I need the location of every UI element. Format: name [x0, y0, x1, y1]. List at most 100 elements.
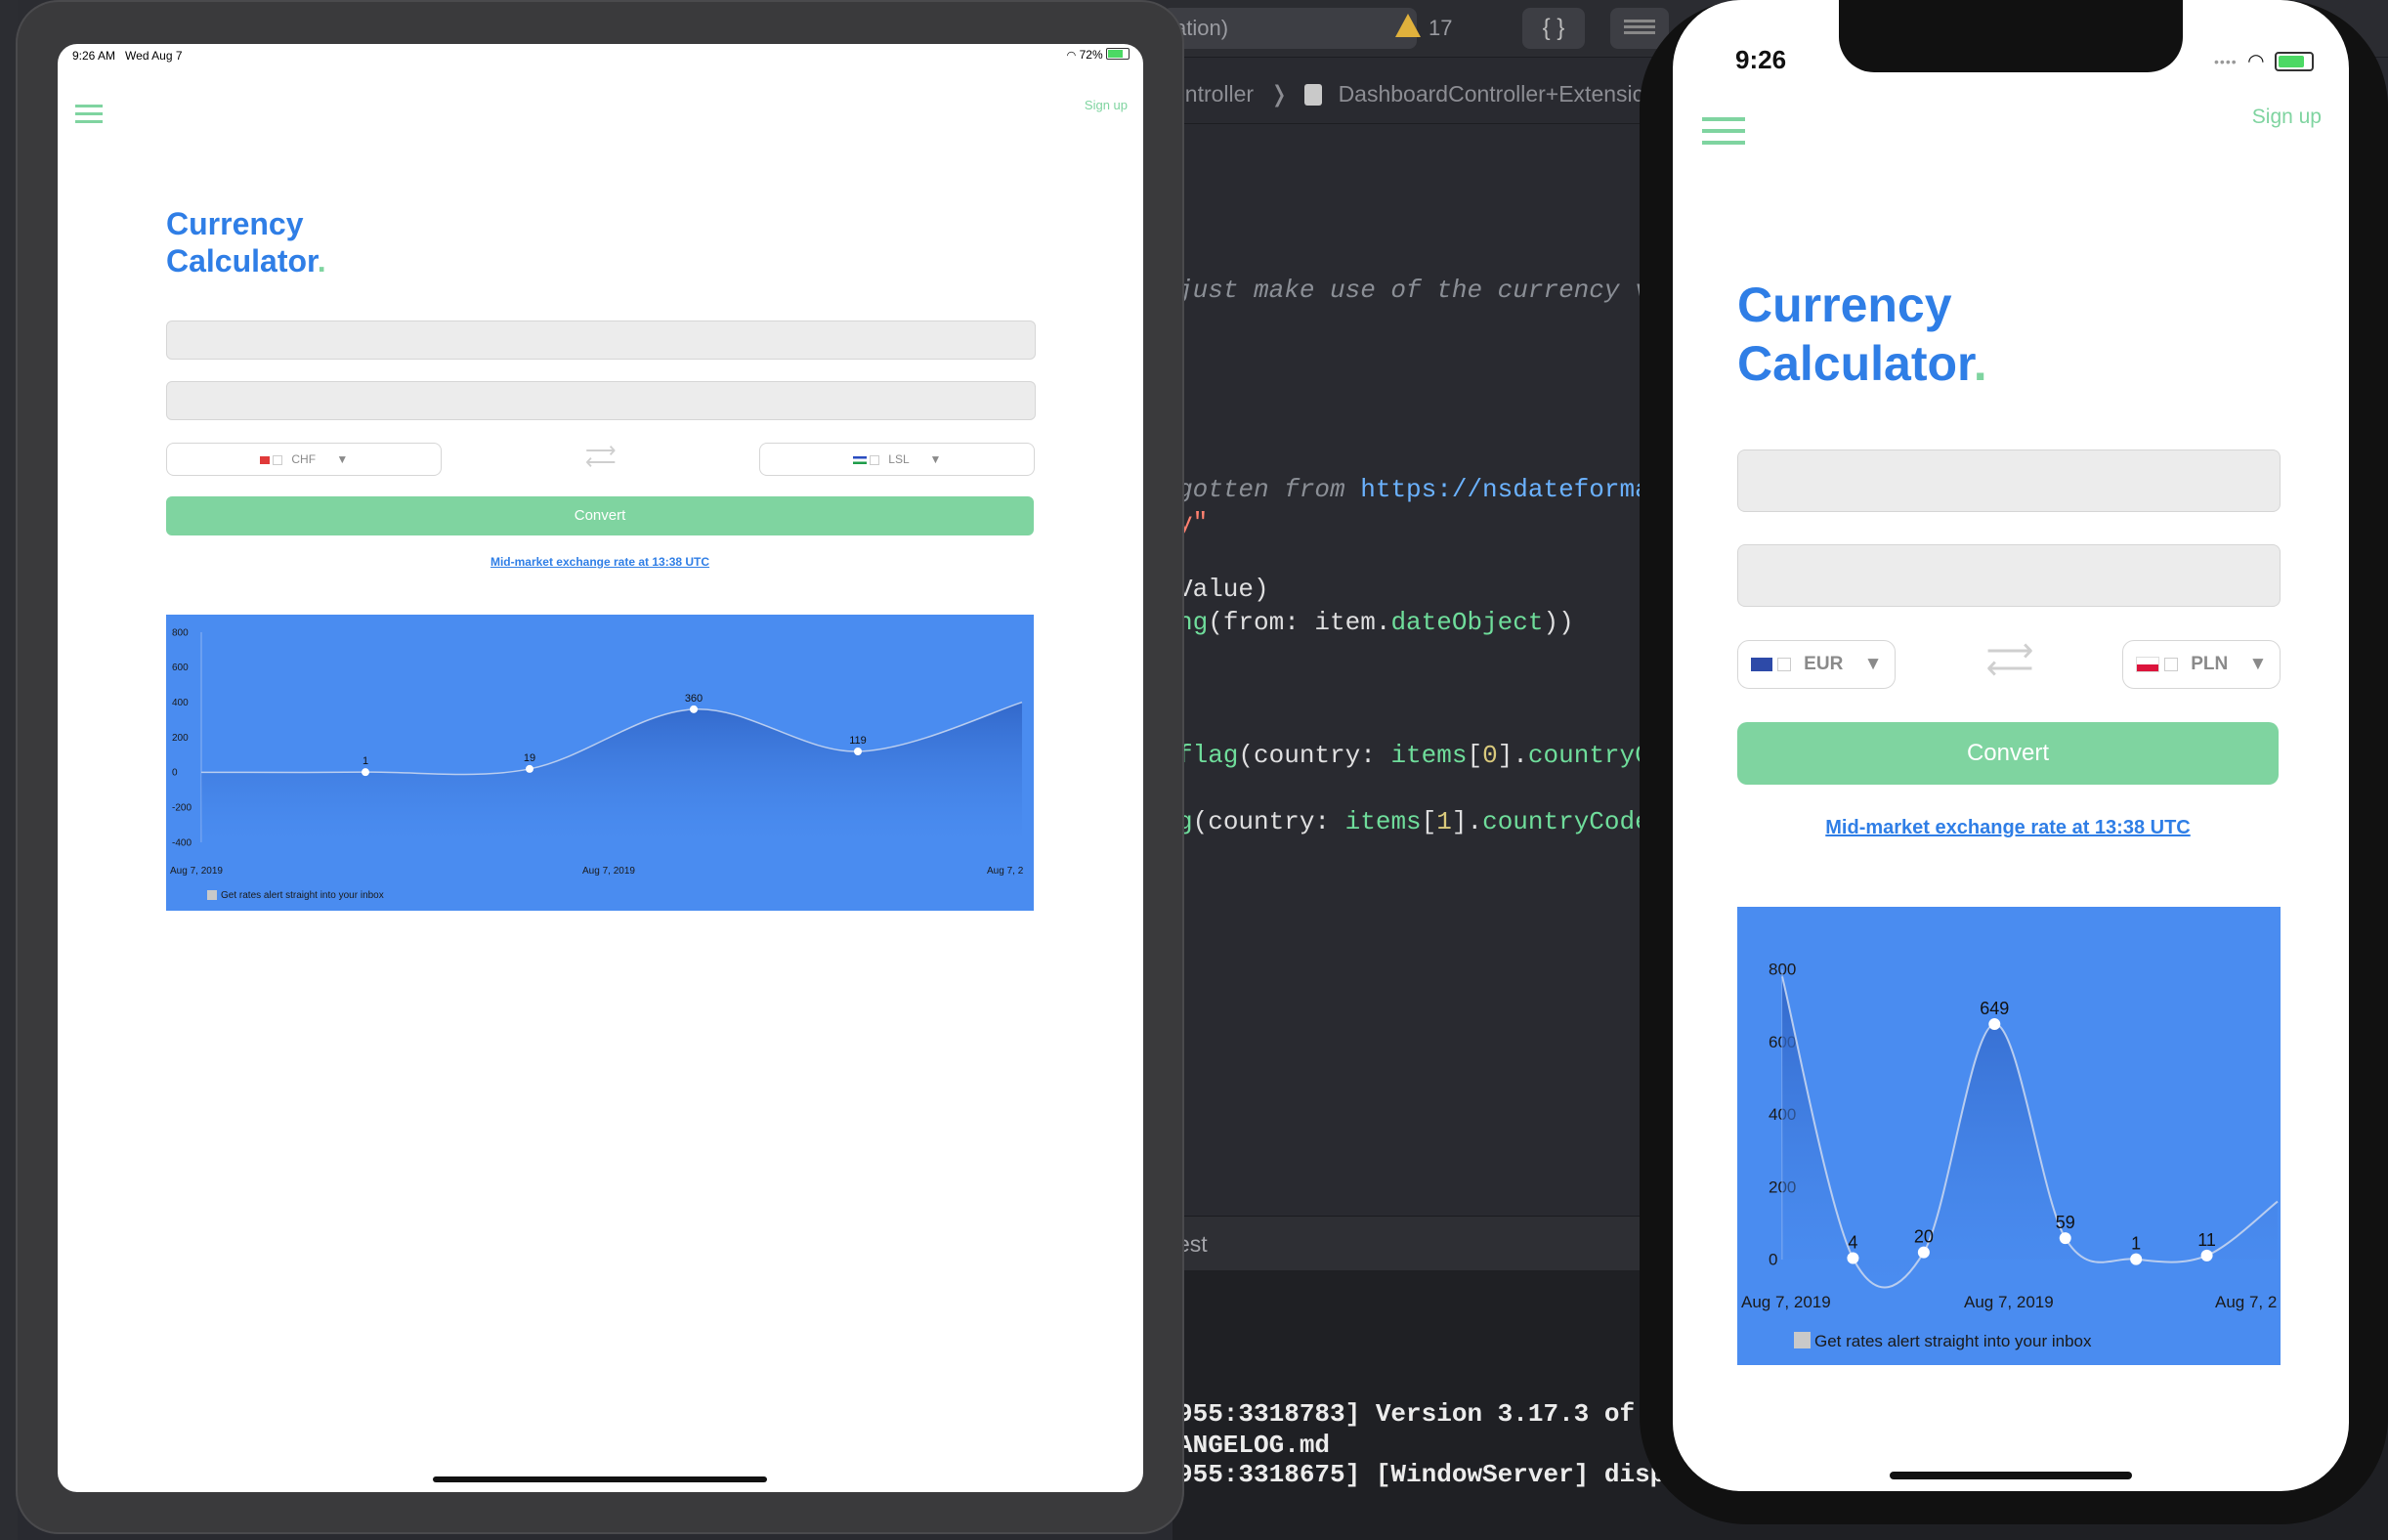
code-line: gotten from https://nsdateforma: [1177, 475, 1650, 504]
wifi-icon: ◠: [2247, 51, 2265, 72]
data-point: [362, 768, 369, 777]
code-line: flag(country: items[0].countryCo: [1177, 741, 1666, 770]
data-label: 1: [2131, 1234, 2141, 1254]
to-currency-select[interactable]: LSL ▼: [759, 443, 1035, 476]
ipad-screen: 9:26 AM Wed Aug 7 ◠ 72% Sign up Currency …: [58, 44, 1143, 1492]
data-label: 59: [2056, 1213, 2075, 1232]
signal-icon: ••••: [2214, 53, 2238, 69]
breadcrumb-file[interactable]: DashboardController+Extensic: [1339, 81, 1644, 107]
legend-swatch: [1794, 1332, 1811, 1348]
page-title: Currency Calculator.: [1737, 278, 1987, 391]
lesotho-flag-icon: [852, 455, 867, 464]
from-currency-select[interactable]: CHF ▼: [166, 443, 442, 476]
x-tick-label: Aug 7, 2019: [1964, 1293, 2054, 1311]
chevron-down-icon: ▼: [1863, 654, 1883, 674]
data-point: [526, 764, 533, 773]
result-input[interactable]: [166, 381, 1036, 420]
page-title: Currency Calculator.: [166, 206, 326, 278]
legend-swatch: [207, 890, 217, 900]
braces-icon: { }: [1542, 15, 1565, 41]
chevron-right-icon: ❭: [1269, 81, 1289, 107]
y-tick-label: 0: [172, 768, 178, 779]
signup-link[interactable]: Sign up: [2252, 106, 2322, 129]
x-tick-label: Aug 7, 2019: [1741, 1293, 1831, 1311]
swiss-flag-icon: [259, 455, 270, 464]
y-tick-label: -200: [172, 803, 192, 814]
flag-placeholder-icon: [1776, 657, 1791, 671]
rate-link[interactable]: Mid-market exchange rate at 13:38 UTC: [166, 555, 1034, 569]
data-label: 119: [849, 735, 867, 747]
status-right: ◠ 72%: [1067, 48, 1130, 62]
warning-indicator[interactable]: 17: [1395, 14, 1452, 41]
data-label: 649: [1980, 999, 2009, 1018]
swift-file-icon: [1304, 84, 1323, 106]
y-tick-label: 400: [172, 698, 189, 708]
code-line: just make use of the currency va: [1177, 276, 1666, 305]
hamburger-menu-icon[interactable]: [1702, 117, 1745, 147]
legend-label: Get rates alert straight into your inbox: [221, 890, 384, 901]
console-line: ANGELOG.md: [1177, 1431, 1331, 1460]
y-tick-label: 0: [1769, 1251, 1777, 1269]
result-input[interactable]: [1737, 544, 2281, 607]
legend-label: Get rates alert straight into your inbox: [1814, 1332, 2092, 1350]
battery-percent: 72%: [1079, 48, 1103, 62]
swap-icon[interactable]: ⟶ ⟵: [1985, 634, 2034, 685]
chevron-down-icon: ▼: [2248, 654, 2268, 674]
iphone-chart-svg: 800600400200042064959111Aug 7, 2019Aug 7…: [1741, 961, 2279, 1350]
amount-input[interactable]: [1737, 449, 2281, 512]
iphone-screen: 9:26 •••• ◠ Sign up Currency Calculator.…: [1673, 0, 2349, 1491]
library-button[interactable]: { }: [1522, 8, 1585, 49]
chevron-down-icon: ▼: [929, 452, 942, 466]
data-label: 19: [524, 752, 535, 764]
data-point: [690, 705, 698, 713]
to-currency-label: PLN: [2191, 654, 2229, 674]
data-point: [1847, 1252, 1859, 1264]
status-right: •••• ◠: [2214, 49, 2314, 73]
x-tick-label: Aug 7, 2019: [170, 866, 223, 877]
home-indicator: [1890, 1472, 2132, 1479]
code-line: ng(from: item.dateObject)): [1177, 608, 1574, 637]
data-label: 20: [1914, 1227, 1934, 1247]
data-point: [1988, 1018, 2001, 1031]
poland-flag-icon: [2135, 656, 2159, 672]
warning-count: 17: [1429, 16, 1453, 40]
scheme-tab[interactable]: ation): [1163, 8, 1417, 49]
signup-link[interactable]: Sign up: [1085, 98, 1128, 112]
data-point: [2059, 1232, 2071, 1245]
rate-link[interactable]: Mid-market exchange rate at 13:38 UTC: [1737, 817, 2279, 839]
rate-chart: 800600400200042064959111Aug 7, 2019Aug 7…: [1737, 907, 2281, 1365]
console-line: 955:3318675] [WindowServer] displ: [1177, 1460, 1681, 1489]
x-tick-label: Aug 7, 2019: [582, 866, 635, 877]
from-currency-label: EUR: [1804, 654, 1844, 674]
flag-placeholder-icon: [273, 454, 283, 465]
status-time: 9:26: [1735, 45, 1787, 74]
to-currency-select[interactable]: PLN ▼: [2122, 640, 2281, 689]
x-tick-label: Aug 7, 2: [987, 866, 1024, 877]
amount-input[interactable]: [166, 321, 1036, 360]
flag-placeholder-icon: [869, 454, 879, 465]
status-time: 9:26 AM Wed Aug 7: [72, 49, 183, 63]
console-line: 955:3318783] Version 3.17.3 of R: [1177, 1399, 1666, 1429]
rate-chart: 800 600 400 200 0 -200 -400 1 19 360 119 Aug 7, 201…: [166, 615, 1034, 911]
data-point: [2200, 1249, 2213, 1262]
breadcrumb-item[interactable]: ontroller: [1173, 81, 1254, 107]
ipad-chart-svg: 8006004002000-200-4001 19360119Aug 7, 201…: [170, 627, 1024, 901]
y-tick-label: 600: [172, 663, 189, 673]
convert-button[interactable]: Convert: [166, 496, 1034, 535]
y-tick-label: 800: [172, 627, 189, 638]
convert-button[interactable]: Convert: [1737, 722, 2279, 785]
eu-flag-icon: [1750, 657, 1772, 671]
wifi-icon: ◠: [1066, 50, 1077, 62]
home-indicator: [433, 1476, 767, 1482]
from-currency-label: CHF: [291, 452, 317, 466]
battery-icon: [1106, 48, 1130, 60]
data-label: 1: [362, 755, 368, 767]
warning-icon: [1395, 14, 1421, 37]
data-point: [1917, 1246, 1930, 1259]
lines-icon: [1624, 20, 1655, 22]
to-currency-label: LSL: [888, 452, 910, 466]
code-line: Value): [1177, 575, 1269, 604]
swap-icon[interactable]: ⟶ ⟵: [585, 440, 617, 473]
hamburger-menu-icon[interactable]: [75, 105, 103, 124]
from-currency-select[interactable]: EUR ▼: [1737, 640, 1896, 689]
